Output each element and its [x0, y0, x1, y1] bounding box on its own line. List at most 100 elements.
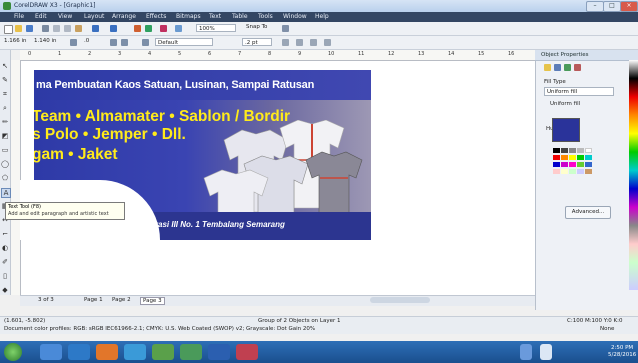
- convert-to-curves-icon[interactable]: [324, 39, 331, 46]
- palette-color[interactable]: [553, 155, 560, 160]
- menu-item-edit[interactable]: Edit: [35, 13, 47, 20]
- close-icon[interactable]: ×: [620, 1, 638, 12]
- minimize-icon[interactable]: –: [586, 1, 604, 12]
- palette-color[interactable]: [585, 162, 592, 167]
- save-icon[interactable]: [26, 25, 33, 32]
- palette-color[interactable]: [577, 169, 584, 174]
- blend-tool-icon[interactable]: ◐: [1, 244, 9, 252]
- ie-task-icon[interactable]: [68, 344, 90, 360]
- group-icon[interactable]: [142, 39, 149, 46]
- ellipse-tool-icon[interactable]: ◯: [1, 160, 9, 168]
- new-document-icon[interactable]: [4, 25, 13, 34]
- fill-color-swatch[interactable]: [552, 118, 580, 142]
- palette-color[interactable]: [569, 162, 576, 167]
- welcome-screen-icon[interactable]: [175, 25, 182, 32]
- menu-item-text[interactable]: Text: [209, 13, 221, 20]
- palette-color[interactable]: [569, 155, 576, 160]
- palette-color[interactable]: [569, 169, 576, 174]
- menu-item-effects[interactable]: Effects: [146, 13, 166, 20]
- connector-tool-icon[interactable]: ⌐: [1, 230, 9, 238]
- palette-color[interactable]: [585, 155, 592, 160]
- volume-tray-icon[interactable]: [540, 344, 552, 360]
- palette-color[interactable]: [553, 169, 560, 174]
- taskbar-clock[interactable]: 2:50 PM 5/28/2016: [608, 345, 636, 359]
- word-task-icon[interactable]: [208, 344, 230, 360]
- palette-color[interactable]: [561, 155, 568, 160]
- palette-color[interactable]: [577, 148, 584, 153]
- polygon-tool-icon[interactable]: ⬠: [1, 174, 9, 182]
- mirror-horizontal-icon[interactable]: [110, 39, 117, 46]
- print-icon[interactable]: [42, 25, 49, 32]
- snap-to-dropdown[interactable]: Snap To: [246, 24, 267, 30]
- network-tray-icon[interactable]: [520, 344, 532, 360]
- app-task-icon[interactable]: [236, 344, 258, 360]
- internet-tab-icon[interactable]: [574, 64, 581, 71]
- zoom-tool-icon[interactable]: ⌕: [1, 104, 9, 112]
- to-back-icon[interactable]: [310, 39, 317, 46]
- fill-tab-icon[interactable]: [544, 64, 551, 71]
- menu-item-window[interactable]: Window: [283, 13, 307, 20]
- palette-color[interactable]: [561, 162, 568, 167]
- advanced-button[interactable]: Advanced...: [565, 206, 611, 219]
- object-height[interactable]: 1.140 in: [34, 38, 57, 44]
- text-tool-icon[interactable]: A: [1, 188, 11, 198]
- paste-icon[interactable]: [75, 25, 82, 32]
- mirror-vertical-icon[interactable]: [121, 39, 128, 46]
- palette-color[interactable]: [561, 148, 568, 153]
- menu-item-bitmaps[interactable]: Bitmaps: [176, 13, 201, 20]
- shape-tool-icon[interactable]: ✎: [1, 76, 9, 84]
- open-folder-icon[interactable]: [15, 25, 22, 32]
- palette-color[interactable]: [553, 148, 560, 153]
- menu-item-table[interactable]: Table: [232, 13, 248, 20]
- tab-page-3[interactable]: Page 3: [140, 297, 165, 305]
- outline-tab-icon[interactable]: [554, 64, 561, 71]
- horizontal-scrollbar-thumb[interactable]: [370, 297, 430, 303]
- freehand-tool-icon[interactable]: ✏: [1, 118, 9, 126]
- spreadsheet-task-icon[interactable]: [180, 344, 202, 360]
- horizontal-ruler[interactable]: 0 1 2 3 4 5 6 7 8 9 10 11 12 13 14 15 16: [20, 50, 535, 61]
- pick-tool-icon[interactable]: ↖: [1, 62, 9, 70]
- menu-item-tools[interactable]: Tools: [258, 13, 273, 20]
- wrap-text-icon[interactable]: [282, 39, 289, 46]
- palette-color[interactable]: [585, 169, 592, 174]
- fill-type-dropdown[interactable]: Uniform fill: [544, 87, 614, 96]
- outline-tool-icon[interactable]: ▯: [1, 272, 9, 280]
- menu-item-layout[interactable]: Layout: [84, 13, 104, 20]
- palette-color[interactable]: [553, 162, 560, 167]
- menu-item-view[interactable]: View: [58, 13, 72, 20]
- smart-fill-icon[interactable]: ◩: [1, 132, 9, 140]
- rotation-angle[interactable]: .0: [84, 38, 89, 44]
- menu-item-file[interactable]: File: [14, 13, 24, 20]
- lock-ratio-icon[interactable]: [70, 39, 77, 46]
- general-tab-icon[interactable]: [564, 64, 571, 71]
- to-front-icon[interactable]: [296, 39, 303, 46]
- palette-color[interactable]: [585, 148, 592, 153]
- application-launcher-icon[interactable]: [160, 25, 167, 32]
- palette-color[interactable]: [561, 169, 568, 174]
- options-icon[interactable]: [282, 25, 289, 32]
- redo-icon[interactable]: [110, 25, 117, 32]
- palette-color[interactable]: [577, 162, 584, 167]
- palette-color[interactable]: [569, 148, 576, 153]
- export-icon[interactable]: [145, 25, 152, 32]
- media-task-icon[interactable]: [96, 344, 118, 360]
- outline-width-dropdown[interactable]: .2 pt: [242, 38, 272, 46]
- copy-icon[interactable]: [64, 25, 71, 32]
- color-palette-grid[interactable]: [553, 148, 605, 186]
- explorer-task-icon[interactable]: [40, 344, 62, 360]
- start-button-icon[interactable]: [4, 343, 22, 361]
- corner-style-dropdown[interactable]: Default: [155, 38, 213, 46]
- color-palette-strip[interactable]: [629, 60, 638, 290]
- import-icon[interactable]: [134, 25, 141, 32]
- cut-icon[interactable]: [53, 25, 60, 32]
- undo-icon[interactable]: [92, 25, 99, 32]
- crop-tool-icon[interactable]: ⌗: [1, 90, 9, 98]
- tab-page-1[interactable]: Page 1: [84, 297, 103, 303]
- eyedropper-tool-icon[interactable]: ✐: [1, 258, 9, 266]
- tab-page-2[interactable]: Page 2: [112, 297, 131, 303]
- browser-task-icon[interactable]: [124, 344, 146, 360]
- maximize-icon[interactable]: □: [603, 1, 621, 12]
- palette-color[interactable]: [577, 155, 584, 160]
- menu-item-arrange[interactable]: Arrange: [112, 13, 136, 20]
- corel-task-icon[interactable]: [152, 344, 174, 360]
